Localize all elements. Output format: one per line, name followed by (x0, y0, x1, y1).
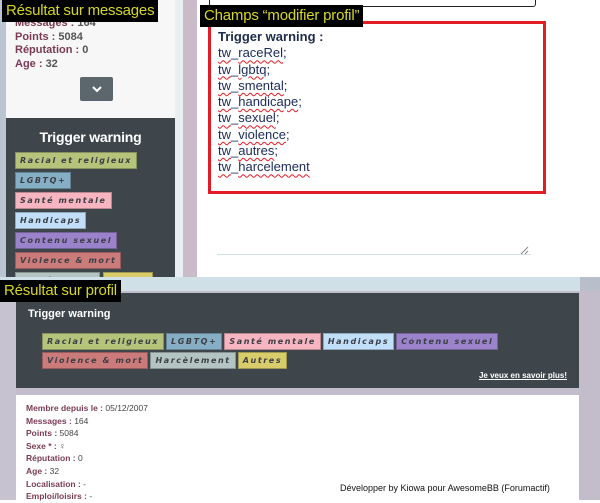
textarea-line: tw_handicape; (218, 94, 302, 110)
textarea-line: tw_lgbtq; (218, 61, 271, 77)
message-stats: Messages : 164 Points : 5084 Réputation … (15, 17, 96, 71)
textarea-line: tw_autres; (218, 143, 278, 159)
textarea-line: tw_violence; (218, 126, 290, 142)
tag-handicaps[interactable]: Handicaps (15, 212, 87, 229)
textarea-line: tw_sexuel; (218, 110, 280, 126)
message-sidebar: Messages : 164 Points : 5084 Réputation … (0, 0, 183, 289)
profile-stat-messages: Messages : 164 (26, 415, 89, 426)
tag-lgbtq[interactable]: LGBTQ+ (15, 172, 72, 189)
resize-grip-icon[interactable] (519, 245, 529, 255)
textarea-line: tw_harcelement (218, 159, 310, 175)
caption-profile: Résultat sur profil (0, 280, 121, 302)
caption-messages: Résultat sur messages (2, 0, 159, 22)
credit-text: Développer by Kiowa pour AwesomeBB (Foru… (340, 483, 550, 493)
textarea-line: tw_smental; (218, 77, 288, 93)
textarea-line: tw_raceRel; (218, 45, 287, 61)
stat-reputation: Réputation : 0 (15, 44, 89, 56)
textarea-lines: tw_raceRel; tw_lgbtq; tw_smental; tw_handic… (218, 45, 536, 175)
textarea-header: Trigger warning : (218, 29, 324, 44)
trigger-warning-title: Trigger warning (39, 129, 142, 145)
tag-sante-mentale[interactable]: Santé mentale (224, 333, 321, 350)
profile-stat-localisation: Localisation : - (26, 478, 86, 489)
trigger-warning-profile-panel: Trigger warning Racial et religieux LGBTQ… (16, 293, 579, 388)
profile-stat-emploi-loisirs: Emploi/loisirs : - (26, 491, 93, 502)
trigger-warning-tags: Racial et religieux LGBTQ+ Santé mentale Ha… (6, 145, 166, 289)
column-divider (183, 0, 197, 278)
profile-trigger-warning-title: Trigger warning (28, 308, 111, 320)
profile-stat-membre-depuis-le: Membre depuis le : 05/12/2007 (26, 403, 148, 413)
tag-violence-mort[interactable]: Violence & mort (15, 252, 122, 269)
profile-trigger-warning-tags: Racial et religieux LGBTQ+ Santé mentale Ha… (42, 333, 572, 369)
edit-profile-form: Trigger warning : tw_raceRel; tw_lgbtq; tw… (197, 0, 600, 278)
tag-violence-mort[interactable]: Violence & mort (42, 352, 149, 369)
tag-racial-et-religieux[interactable]: Racial et religieux (15, 152, 138, 169)
profile-stat-sexe: Sexe * : ♀ (26, 440, 66, 451)
tag-sante-mentale[interactable]: Santé mentale (15, 192, 112, 209)
profile-stat-points: Points : 5084 (26, 428, 79, 439)
stat-age: Age : 32 (15, 57, 58, 70)
trigger-warning-textarea[interactable]: Trigger warning : tw_raceRel; tw_lgbtq; tw… (208, 21, 546, 194)
trigger-warning-sidebar: Trigger warning Racial et religieux LGBTQ… (6, 118, 175, 289)
tag-contenu-sexuel[interactable]: Contenu sexuel (15, 232, 118, 249)
tag-racial-et-religieux[interactable]: Racial et religieux (42, 333, 165, 350)
tag-handicaps[interactable]: Handicaps (322, 333, 395, 350)
learn-more-link[interactable]: Je veux en savoir plus! (479, 371, 567, 380)
stat-points: Points : 5084 (15, 30, 83, 43)
tag-harcelement[interactable]: Harcèlement (150, 352, 236, 369)
profile-stats: Membre depuis le : 05/12/2007 Messages : … (26, 402, 148, 503)
profile-stat-reputation: Réputation : 0 (26, 453, 83, 464)
chevron-down-icon (91, 85, 102, 92)
section-separator-end (580, 277, 600, 291)
tag-autres[interactable]: Autres (237, 352, 288, 369)
tag-lgbtq[interactable]: LGBTQ+ (166, 333, 223, 350)
column-gap (175, 0, 183, 278)
caption-edit-profile: Champs “modifier profil” (200, 5, 364, 27)
profile-left-margin (0, 291, 16, 500)
expand-profile-button[interactable] (80, 77, 113, 101)
profile-stat-age: Age : 32 (26, 465, 60, 476)
tag-contenu-sexuel[interactable]: Contenu sexuel (396, 333, 499, 350)
textarea-border (217, 254, 531, 255)
